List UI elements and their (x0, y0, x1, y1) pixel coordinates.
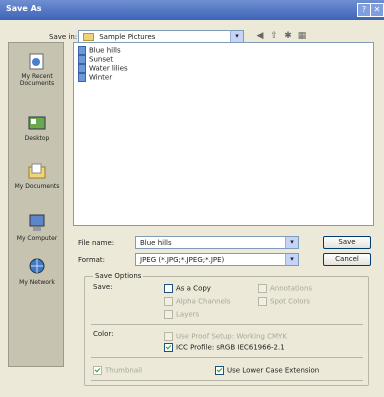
divider (91, 357, 363, 358)
save-label: Save: (93, 283, 113, 291)
image-file-icon (78, 64, 86, 73)
place-label: My Computer (16, 235, 58, 242)
place-desktop[interactable]: Desktop (9, 113, 65, 142)
save-options-title: Save Options (93, 272, 144, 280)
format-select[interactable]: JPEG (*.JPG;*.JPEG;*.JPE) ▾ (135, 253, 299, 266)
file-item[interactable]: Blue hills (78, 46, 121, 55)
place-label: My Recent Documents (19, 73, 55, 87)
save-in-value: Sample Pictures (99, 33, 156, 41)
chevron-down-icon: ▾ (285, 254, 298, 265)
folder-icon (83, 33, 94, 41)
my-computer-icon (27, 213, 47, 233)
format-label: Format: (78, 256, 106, 264)
file-name-label: File name: (78, 239, 115, 247)
my-documents-icon (27, 161, 47, 181)
places-bar: My Recent Documents Desktop My Documents… (8, 42, 64, 367)
file-name-value: Blue hills (140, 239, 172, 247)
annotations-checkbox[interactable]: Annotations (258, 284, 312, 293)
lower-case-extension-checkbox[interactable]: Use Lower Case Extension (215, 366, 319, 375)
save-in-label: Save in: (49, 33, 78, 41)
chevron-down-icon: ▾ (230, 31, 243, 42)
use-proof-setup-checkbox[interactable]: Use Proof Setup: Working CMYK (164, 332, 287, 341)
my-network-icon (27, 257, 47, 277)
file-item[interactable]: Winter (78, 73, 112, 82)
place-label: My Network (19, 279, 55, 286)
icc-profile-checkbox[interactable]: ICC Profile: sRGB IEC61966-2.1 (164, 343, 285, 352)
thumbnail-checkbox[interactable]: Thumbnail (93, 366, 142, 375)
cancel-button[interactable]: Cancel (323, 253, 371, 266)
image-file-icon (78, 73, 86, 82)
divider (91, 380, 363, 381)
layers-checkbox[interactable]: Layers (164, 310, 199, 319)
place-my-documents[interactable]: My Documents (9, 161, 65, 190)
format-value: JPEG (*.JPG;*.JPEG;*.JPE) (140, 256, 225, 264)
chevron-down-icon: ▾ (285, 237, 298, 248)
place-label: My Documents (14, 183, 60, 190)
divider (91, 324, 363, 325)
recent-documents-icon (27, 51, 47, 71)
alpha-channels-checkbox[interactable]: Alpha Channels (164, 297, 231, 306)
place-label: Desktop (24, 135, 50, 142)
close-button[interactable]: ✕ (370, 3, 384, 17)
desktop-icon (27, 113, 47, 133)
image-file-icon (78, 46, 86, 55)
help-button[interactable]: ? (357, 3, 371, 17)
place-recent-documents[interactable]: My Recent Documents (9, 51, 65, 87)
image-file-icon (78, 55, 86, 64)
file-item[interactable]: Sunset (78, 55, 113, 64)
spot-colors-checkbox[interactable]: Spot Colors (258, 297, 310, 306)
file-name-input[interactable]: Blue hills ▾ (135, 236, 299, 249)
place-my-computer[interactable]: My Computer (9, 213, 65, 242)
title-bar: Save As ? ✕ (0, 0, 384, 20)
as-a-copy-checkbox[interactable]: As a Copy (164, 284, 211, 293)
up-folder-icon[interactable]: ⇧ (269, 31, 279, 41)
views-menu-icon[interactable]: ▦ (297, 31, 307, 41)
file-item[interactable]: Water lilies (78, 64, 128, 73)
new-folder-icon[interactable]: ✱ (283, 31, 293, 41)
color-label: Color: (93, 330, 114, 338)
place-my-network[interactable]: My Network (9, 257, 65, 286)
back-icon[interactable]: ◀ (255, 31, 265, 41)
file-list[interactable]: Blue hills Sunset Water lilies Winter (73, 42, 374, 226)
save-button[interactable]: Save (323, 236, 371, 249)
save-as-dialog: Save in: Sample Pictures ▾ ◀ ⇧ ✱ ▦ My Re… (1, 20, 383, 397)
window-title: Save As (6, 4, 42, 13)
